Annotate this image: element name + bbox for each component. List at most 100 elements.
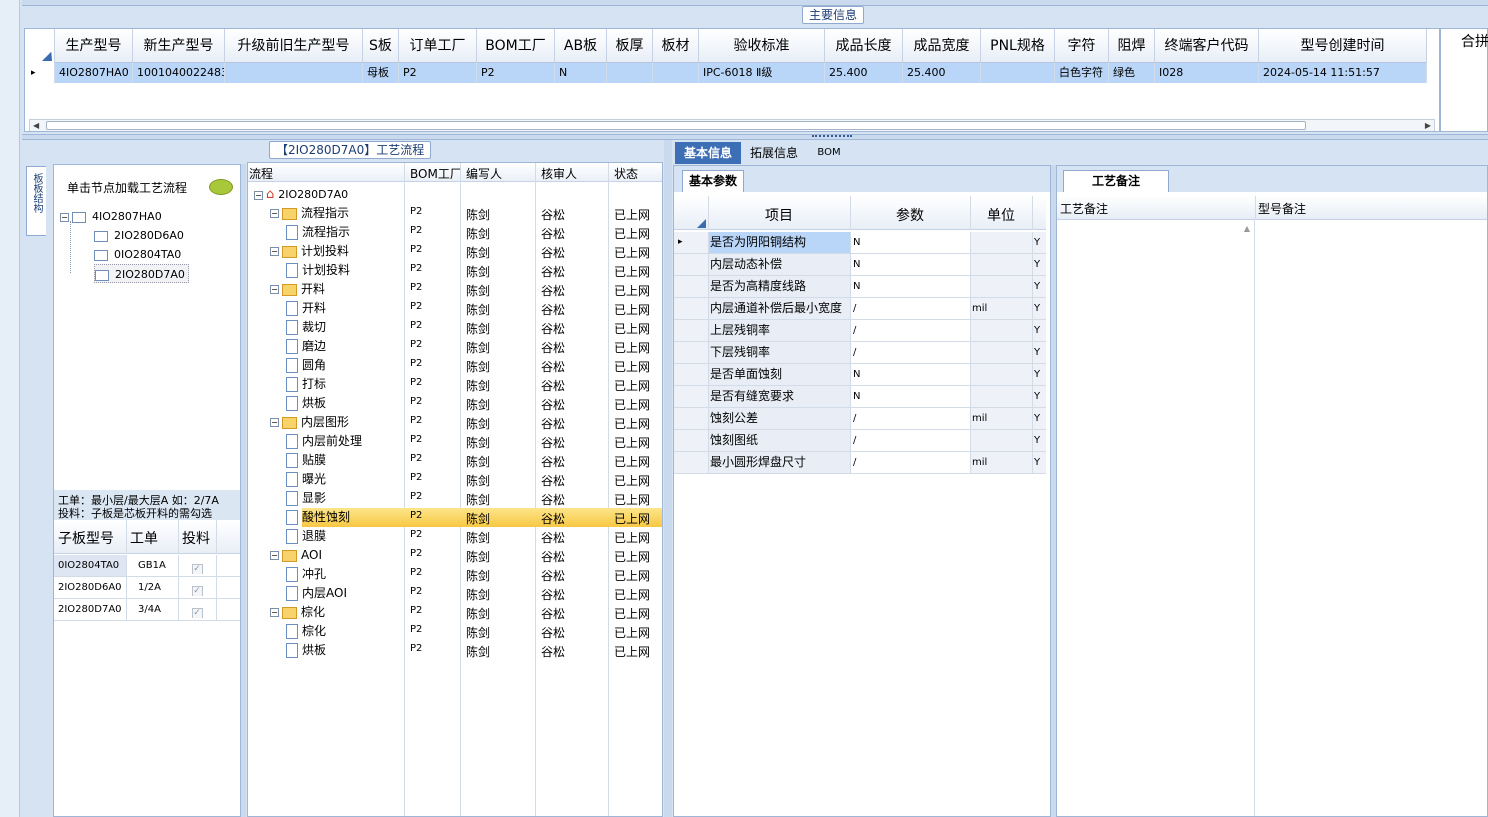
flow-status-cell[interactable]: 已上网 — [614, 491, 650, 508]
param-item-cell[interactable]: 是否为高精度线路 — [708, 276, 850, 297]
params-row[interactable]: 内层动态补偿 N Y — [674, 254, 1046, 276]
feed-checkbox[interactable]: ✓ — [191, 586, 203, 596]
flow-bom-cell[interactable]: P2 — [410, 567, 422, 578]
flow-status-cell[interactable]: 已上网 — [614, 624, 650, 641]
flow-status-cell[interactable]: 已上网 — [614, 396, 650, 413]
flow-column-header[interactable]: BOM工厂 — [410, 165, 462, 182]
scroll-up-arrow-icon[interactable]: ▲ — [1244, 224, 1250, 233]
flow-column-header[interactable]: 流程 — [249, 165, 273, 182]
flow-status-cell[interactable]: 已上网 — [614, 529, 650, 546]
flow-status-cell[interactable]: 已上网 — [614, 263, 650, 280]
param-item-cell[interactable]: 上层残铜率 — [708, 320, 850, 341]
flow-writer-cell[interactable]: 陈剑 — [466, 301, 490, 318]
flow-step-node[interactable]: 内层AOI — [286, 584, 347, 603]
flow-reviewer-cell[interactable]: 谷松 — [541, 396, 565, 413]
feed-checkbox-cell[interactable]: ✓ — [178, 582, 216, 596]
param-unit-cell[interactable] — [970, 276, 1032, 297]
flow-reviewer-cell[interactable]: 谷松 — [541, 491, 565, 508]
param-unit-cell[interactable] — [970, 254, 1032, 275]
params-row[interactable]: 最小圆形焊盘尺寸 / mil Y — [674, 452, 1046, 474]
flow-writer-cell[interactable]: 陈剑 — [466, 396, 490, 413]
row-selector[interactable] — [674, 298, 708, 319]
flow-writer-cell[interactable]: 陈剑 — [466, 529, 490, 546]
row-selector-arrow-icon[interactable]: ▸ — [25, 63, 55, 83]
param-item-cell[interactable]: 蚀刻公差 — [708, 408, 850, 429]
collapse-icon[interactable]: − — [270, 608, 279, 617]
flow-step-node[interactable]: 流程指示 — [286, 223, 350, 242]
param-item-cell[interactable]: 内层动态补偿 — [708, 254, 850, 275]
flow-status-cell[interactable]: 已上网 — [614, 358, 650, 375]
param-flag-cell[interactable]: Y — [1032, 320, 1046, 341]
flow-reviewer-cell[interactable]: 谷松 — [541, 548, 565, 565]
flow-writer-cell[interactable]: 陈剑 — [466, 358, 490, 375]
grid-cell[interactable]: N — [555, 63, 607, 83]
flow-status-cell[interactable]: 已上网 — [614, 339, 650, 356]
column-header[interactable]: 升级前旧生产型号 — [225, 29, 363, 63]
flow-writer-cell[interactable]: 陈剑 — [466, 472, 490, 489]
feed-checkbox-cell[interactable]: ✓ — [178, 560, 216, 574]
row-selector[interactable] — [674, 276, 708, 297]
scrollbar-thumb[interactable] — [46, 121, 1306, 130]
flow-bom-cell[interactable]: P2 — [410, 377, 422, 388]
param-value-cell[interactable]: N — [850, 386, 970, 407]
sub-board-row[interactable]: 2IO280D7A0 3/4A ✓ — [54, 599, 240, 621]
tab-basic-params[interactable]: 基本参数 — [682, 170, 745, 192]
flow-reviewer-cell[interactable]: 谷松 — [541, 358, 565, 375]
flow-step-node[interactable]: 内层前处理 — [286, 432, 362, 451]
flow-bom-cell[interactable]: P2 — [410, 358, 422, 369]
params-row[interactable]: 蚀刻图纸 / Y — [674, 430, 1046, 452]
flow-status-cell[interactable]: 已上网 — [614, 320, 650, 337]
flow-status-cell[interactable]: 已上网 — [614, 377, 650, 394]
flow-step-node[interactable]: 烘板 — [286, 641, 326, 660]
column-header[interactable]: 阻焊 — [1109, 29, 1155, 63]
param-value-cell[interactable]: / — [850, 430, 970, 451]
flow-step-node[interactable]: 磨边 — [286, 337, 326, 356]
flow-root-node[interactable]: − ⌂ 2IO280D7A0 — [254, 185, 348, 204]
param-unit-cell[interactable] — [970, 386, 1032, 407]
params-row[interactable]: ▸ 是否为阴阳铜结构 N Y — [674, 232, 1046, 254]
flow-writer-cell[interactable]: 陈剑 — [466, 320, 490, 337]
flow-reviewer-cell[interactable]: 谷松 — [541, 434, 565, 451]
column-header[interactable]: PNL规格 — [981, 29, 1055, 63]
param-flag-cell[interactable]: Y — [1032, 254, 1046, 275]
flow-bom-cell[interactable]: P2 — [410, 301, 422, 312]
column-header[interactable]: 型号创建时间 — [1259, 29, 1427, 63]
flow-group-node[interactable]: − 计划投料 — [270, 242, 349, 261]
row-selector[interactable] — [674, 386, 708, 407]
column-header[interactable]: 生产型号 — [55, 29, 133, 63]
flow-bom-cell[interactable]: P2 — [410, 320, 422, 331]
flow-status-cell[interactable]: 已上网 — [614, 453, 650, 470]
tab-extended-info[interactable]: 拓展信息 — [743, 142, 805, 164]
tree-child-node[interactable]: 0IO2804TA0 — [94, 245, 181, 264]
flow-bom-cell[interactable]: P2 — [410, 453, 422, 464]
flow-status-cell[interactable]: 已上网 — [614, 225, 650, 242]
flow-writer-cell[interactable]: 陈剑 — [466, 434, 490, 451]
tab-basic-info[interactable]: 基本信息 — [675, 142, 741, 164]
column-header[interactable]: 订单工厂 — [399, 29, 477, 63]
param-value-cell[interactable]: / — [850, 320, 970, 341]
collapse-icon[interactable]: − — [270, 285, 279, 294]
flow-step-node[interactable]: 酸性蚀刻 — [286, 508, 350, 527]
flow-reviewer-cell[interactable]: 谷松 — [541, 282, 565, 299]
param-unit-cell[interactable] — [970, 342, 1032, 363]
grid-cell[interactable] — [653, 63, 699, 83]
column-header[interactable]: 验收标准 — [699, 29, 825, 63]
flow-reviewer-cell[interactable]: 谷松 — [541, 586, 565, 603]
flow-status-cell[interactable]: 已上网 — [614, 206, 650, 223]
grid-cell[interactable]: IPC-6018 Ⅱ级 — [699, 63, 825, 83]
grid-cell[interactable]: 绿色 — [1109, 63, 1155, 83]
grid-cell[interactable]: 2024-05-14 11:51:57 — [1259, 63, 1427, 83]
flow-step-node[interactable]: 开料 — [286, 299, 326, 318]
flow-status-cell[interactable]: 已上网 — [614, 605, 650, 622]
flow-step-node[interactable]: 退膜 — [286, 527, 326, 546]
column-header[interactable]: 成品长度 — [825, 29, 903, 63]
collapse-icon[interactable]: − — [270, 209, 279, 218]
tree-child-node[interactable]: 2IO280D6A0 — [94, 226, 184, 245]
grid-cell[interactable]: 25.400 — [903, 63, 981, 83]
flow-bom-cell[interactable]: P2 — [410, 529, 422, 540]
param-value-cell[interactable]: N — [850, 254, 970, 275]
grid-cell[interactable]: 4IO2807HA0 — [55, 63, 133, 83]
grid-cell[interactable] — [225, 63, 363, 83]
scroll-left-arrow-icon[interactable]: ◀ — [33, 121, 39, 130]
flow-bom-cell[interactable]: P2 — [410, 434, 422, 445]
